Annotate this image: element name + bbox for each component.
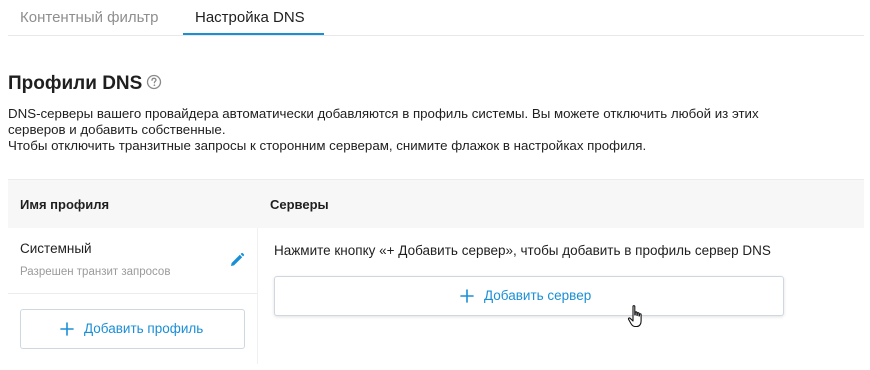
tab-content-filter[interactable]: Контентный фильтр xyxy=(20,9,159,27)
section-description: DNS-серверы вашего провайдера автоматиче… xyxy=(8,106,858,154)
column-header-servers: Серверы xyxy=(270,197,329,212)
column-divider xyxy=(257,228,258,363)
add-server-label: Добавить сервер xyxy=(484,288,592,303)
column-header-profile: Имя профиля xyxy=(20,197,110,212)
description-line: Чтобы отключить транзитные запросы к сто… xyxy=(8,138,647,153)
hand-pointer-cursor-icon xyxy=(627,305,642,328)
tab-bar: Контентный фильтр Настройка DNS xyxy=(0,0,870,36)
profile-subtitle: Разрешен транзит запросов xyxy=(20,266,171,278)
add-profile-button[interactable]: Добавить профиль xyxy=(20,309,245,349)
description-line: DNS-серверы вашего провайдера автоматиче… xyxy=(8,106,759,121)
tab-dns-settings[interactable]: Настройка DNS xyxy=(195,9,305,27)
pencil-icon[interactable] xyxy=(229,252,245,268)
add-profile-label: Добавить профиль xyxy=(84,321,204,336)
question-circle-icon[interactable] xyxy=(146,74,162,90)
table-header: Имя профиля Серверы xyxy=(8,179,864,228)
profile-row-system[interactable]: Системный Разрешен транзит запросов xyxy=(8,228,257,293)
add-server-button[interactable]: Добавить сервер xyxy=(274,276,784,316)
servers-hint-text: Нажмите кнопку «+ Добавить сервер», чтоб… xyxy=(274,243,771,258)
plus-icon xyxy=(60,322,74,336)
tab-bar-divider xyxy=(8,35,864,36)
page-title: Профили DNS xyxy=(8,73,143,94)
profile-name: Системный xyxy=(20,241,92,256)
plus-icon xyxy=(460,289,474,303)
description-line: серверов и добавить собственные. xyxy=(8,122,226,137)
